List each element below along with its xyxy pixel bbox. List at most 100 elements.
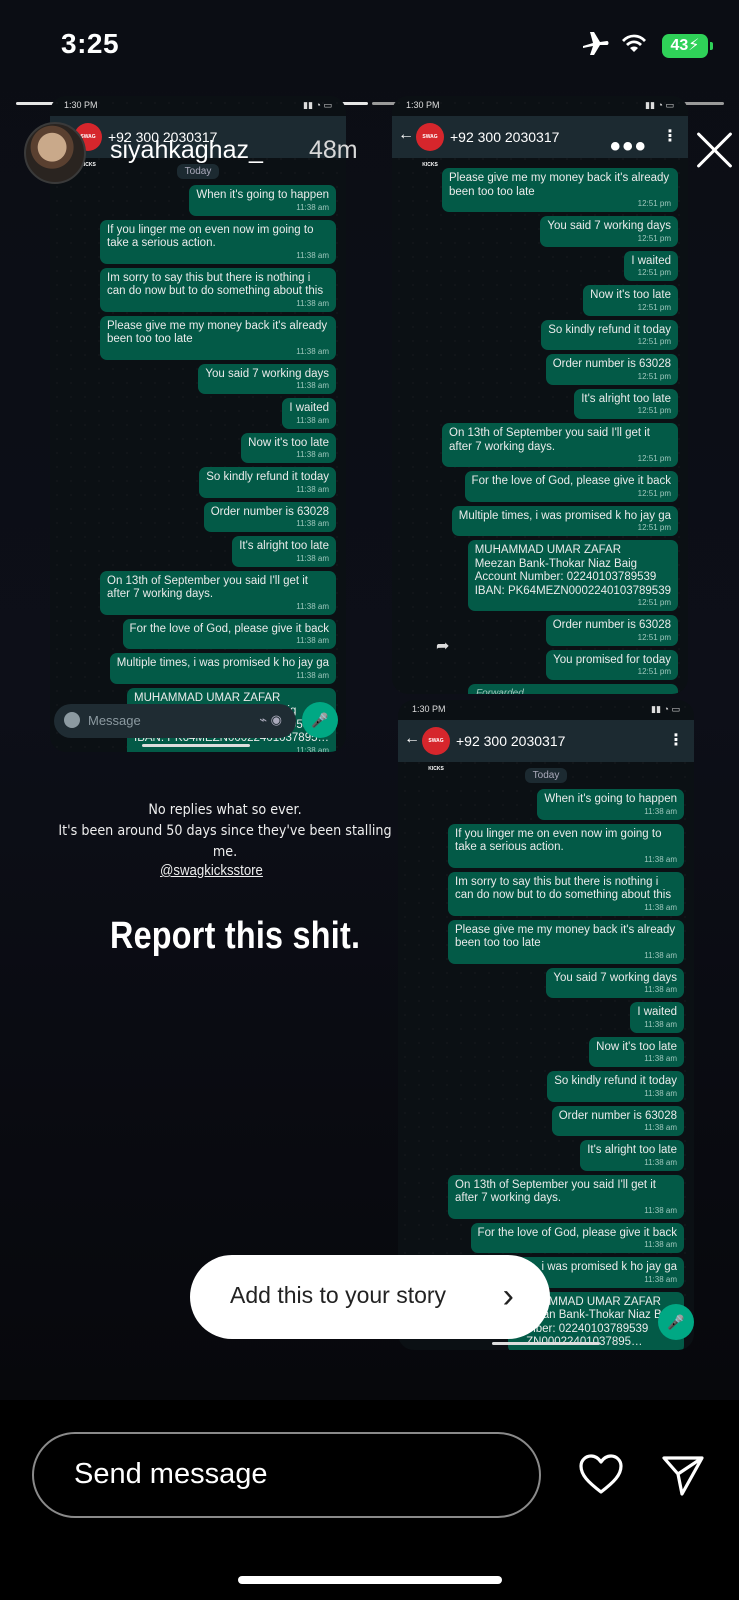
send-paper-plane-icon[interactable] [660, 1452, 706, 1498]
wifi-icon [622, 34, 646, 52]
message-bubble: It's alright too late 11:38 am [580, 1140, 684, 1171]
message-time: 12:51 pm [637, 337, 671, 346]
message-time: 12:51 pm [637, 523, 671, 532]
phone-status-bar: 1:30 PM ▮▮ ◔ ▭ [406, 100, 674, 110]
message-bubble: I waited 12:51 pm [624, 250, 678, 281]
story-caption: No replies what so ever. It's been aroun… [53, 800, 396, 863]
message-bubble: I waited 11:38 am [630, 1002, 684, 1033]
message-time: 12:51 pm [637, 199, 671, 208]
story-username[interactable]: siyahkaghaz_ [110, 136, 263, 165]
message-time: 11:38 am [296, 519, 329, 528]
battery-level: 43 [670, 37, 689, 54]
emoji-icon [64, 712, 80, 728]
message-text: Order number is 63028 [552, 619, 671, 631]
message-text: Order number is 63028 [552, 358, 671, 370]
message-time: 11:38 am [296, 250, 329, 260]
add-to-story-label: Add this to your story [230, 1282, 447, 1308]
message-time: 11:38 am [644, 1088, 677, 1098]
message-time: 11:38 am [296, 601, 329, 611]
message-text: It's alright too late [581, 392, 671, 405]
message-bubble: You said 7 working days 11:38 am [546, 967, 684, 998]
today-divider: Today [524, 768, 568, 783]
message-bubble: So kindly refund it today 11:38 am [199, 467, 336, 498]
message-bubble: So kindly refund it today 11:38 am [547, 1071, 684, 1102]
close-icon[interactable] [694, 128, 736, 170]
status-bar: 3:25 43⚡ [0, 0, 739, 90]
chat-screenshot-right-bottom: 1:30 PM ▮▮ ◔ ▭ ← SWAG KICKS +92 300 20303… [398, 700, 694, 1350]
message-bubble: Order number is 63028 12:51 pm [545, 615, 678, 646]
message-text: On 13th of September you said I'll get i… [449, 427, 651, 453]
heart-icon[interactable] [578, 1452, 624, 1498]
battery-indicator: 43⚡ [662, 34, 713, 58]
send-message-input[interactable]: Send message [32, 1432, 541, 1518]
message-text: If you linger me on even now im going to… [455, 827, 662, 854]
caption-line-2: It's been around 50 days since they've b… [58, 823, 392, 860]
message-text: On 13th of September you said I'll get i… [107, 574, 309, 601]
message-text: For the love of God, please give it back [129, 622, 329, 635]
back-arrow-icon: ← [404, 730, 420, 747]
message-text: Im sorry to say this but there is nothin… [107, 271, 324, 298]
story-timestamp: 48m [309, 136, 358, 164]
more-options-icon[interactable]: ••• [610, 130, 648, 164]
message-time: 12:51 pm [637, 454, 671, 463]
message-time: 11:38 am [644, 1054, 677, 1063]
message-time: 11:38 am [644, 1019, 677, 1029]
message-text: Now it's too late [248, 436, 329, 449]
message-time: 12:51 pm [637, 632, 671, 642]
message-time: 11:38 am [644, 1157, 677, 1167]
message-time: 11:38 am [644, 1205, 677, 1215]
message-text: For the love of God, please give it back [477, 1226, 677, 1239]
message-list: Today When it's going to happen 11:38 am I… [50, 160, 346, 752]
message-text: Now it's too late [590, 289, 671, 301]
message-time: 11:38 am [296, 415, 329, 425]
message-bubble: On 13th of September you said I'll get i… [442, 423, 678, 467]
message-text: So kindly refund it today [548, 323, 671, 336]
message-input: Message ⌁ ◉ [54, 704, 296, 738]
message-bubble: Please give me my money back it's alread… [448, 919, 684, 964]
airplane-mode-icon [583, 32, 609, 55]
message-text: Multiple times, i was promised k ho jay … [458, 509, 671, 522]
add-to-story-button[interactable]: Add this to your story › [190, 1255, 550, 1339]
message-bubble: For the love of God, please give it back… [470, 1222, 684, 1253]
store-logo: SWAG KICKS [422, 727, 450, 772]
avatar[interactable] [24, 122, 86, 184]
message-text: You said 7 working days [205, 367, 329, 380]
message-bubble: Now it's too late 11:38 am [241, 432, 336, 463]
message-bubble: When it's going to happen 11:38 am [189, 185, 336, 216]
message-text: I waited [631, 254, 671, 267]
message-time: 11:38 am [644, 1240, 677, 1249]
message-text: You promised for today [553, 653, 671, 666]
phone-status-bar: 1:30 PM ▮▮ ◔ ▭ [64, 100, 332, 110]
message-bubble: It's alright too late 12:51 pm [574, 388, 678, 419]
message-bubble: You said 7 working days 11:38 am [198, 363, 336, 394]
phone-home-bar [142, 744, 250, 747]
message-time: 11:38 am [644, 854, 677, 864]
message-time: 11:38 am [296, 381, 329, 390]
message-bubble: Im sorry to say this but there is nothin… [448, 871, 684, 916]
message-text: Order number is 63028 [558, 1109, 677, 1122]
message-text: When it's going to happen [196, 189, 329, 201]
message-bubble: Order number is 63028 11:38 am [203, 501, 336, 532]
message-bubble: If you linger me on even now im going to… [448, 823, 684, 868]
forwarded-product-message: ForwardedNIKE KD RUNNING SNEAKER42SKU: S… [468, 684, 678, 694]
message-list: Please give me my money back it's alread… [392, 168, 688, 694]
story-header: siyahkaghaz_ 48m ••• [24, 122, 724, 186]
message-text: You said 7 working days [553, 971, 677, 984]
chat-screenshot-left: 1:30 PM ▮▮ ◔ ▭ SWAG KICKS +92 300 2030317… [50, 96, 346, 752]
message-bubble: Please give me my money back it's alread… [100, 315, 336, 360]
message-text: I waited [289, 402, 329, 414]
message-bubble: Im sorry to say this but there is nothin… [100, 267, 336, 312]
message-time: 12:51 pm [637, 233, 671, 243]
home-indicator [238, 1576, 502, 1584]
mention-sticker[interactable]: @swagkicksstore [160, 862, 263, 879]
message-bubble: On 13th of September you said I'll get i… [448, 1174, 684, 1219]
message-time: 11:38 am [296, 636, 329, 645]
chat-header: ← SWAG KICKS +92 300 2030317 ⋮ [398, 720, 694, 772]
message-bubble: So kindly refund it today 12:51 pm [541, 319, 678, 350]
message-text: I waited [637, 1006, 677, 1018]
message-time: 12:51 pm [637, 371, 671, 381]
attach-camera-icon: ⌁ ◉ [259, 712, 282, 727]
message-time: 11:38 am [644, 950, 677, 960]
message-bubble: On 13th of September you said I'll get i… [100, 570, 336, 615]
message-time: 12:51 pm [637, 268, 671, 277]
